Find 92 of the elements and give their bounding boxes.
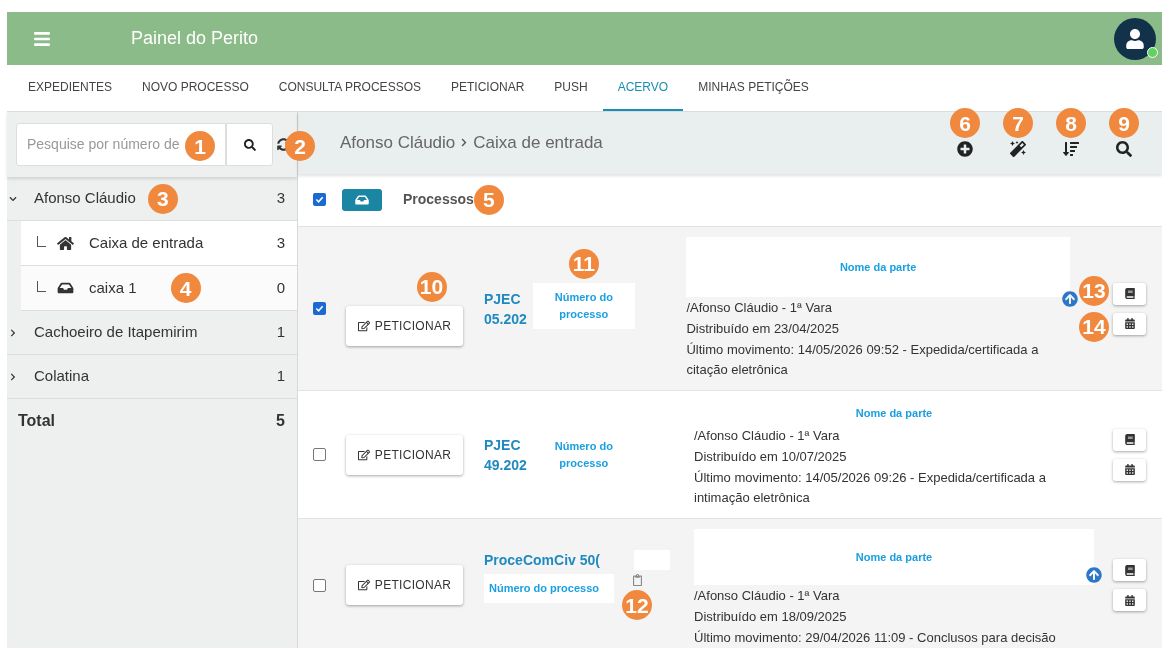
process-detail: Último movimento: 29/04/2026 11:09 - Conclusos para decisão: [694, 629, 1057, 648]
chevron-right-icon[interactable]: [9, 328, 17, 337]
tree-item-label: caixa 1: [89, 277, 137, 298]
sort-icon[interactable]: [1063, 141, 1079, 158]
process-class: 05.202: [484, 310, 527, 329]
user-icon: [1125, 28, 1145, 49]
chevron-down-icon[interactable]: [9, 194, 17, 203]
select-all-checkbox[interactable]: [313, 193, 326, 207]
magic-wand-icon[interactable]: [1010, 141, 1026, 158]
number-badge: 3: [147, 183, 178, 214]
number-badge: 2: [285, 131, 315, 161]
process-detail: Último movimento: 14/05/2026 09:26 - Expedida/certificada a intimação eletrônica: [694, 469, 1047, 508]
inbox-button[interactable]: [342, 189, 382, 211]
avatar[interactable]: [1114, 17, 1156, 60]
total-label: Total: [18, 411, 56, 431]
process-class: 49.202: [484, 456, 527, 475]
breadcrumb-item[interactable]: Afonso Cláudio: [340, 130, 456, 156]
item-count: 1: [276, 322, 285, 343]
arrow-up-icon[interactable]: [1086, 567, 1102, 584]
number-badge: 9: [1109, 108, 1139, 139]
total-count: 5: [276, 411, 285, 431]
process-detail: /Afonso Cláudio - 1ª Vara: [694, 427, 841, 446]
number-badge: 6: [950, 108, 980, 139]
nav-tab[interactable]: CONSULTA PROCESSOS: [263, 64, 436, 111]
search-icon[interactable]: [1116, 141, 1132, 158]
list-title: Processos: [403, 190, 474, 210]
item-count: 3: [276, 232, 285, 253]
number-badge: 4: [170, 273, 201, 303]
book-icon: [1124, 434, 1135, 446]
tree-item[interactable]: Cachoeiro de Itapemirim: [34, 321, 198, 344]
tree-item[interactable]: Afonso Cláudio: [34, 187, 136, 210]
number-badge: 13: [1079, 276, 1109, 306]
number-badge: 7: [1003, 108, 1033, 139]
number-badge: 11: [568, 249, 599, 279]
checkbox[interactable]: [313, 578, 326, 592]
edit-icon: [357, 449, 370, 461]
number-badge: 5: [473, 185, 504, 215]
item-count: 1: [276, 366, 285, 387]
petition-button[interactable]: PETICIONAR: [345, 435, 464, 475]
tree-subitem[interactable]: Caixa de entrada 3: [21, 221, 297, 266]
nav-tab[interactable]: EXPEDIENTES: [13, 64, 128, 111]
arrow-up-icon[interactable]: [1061, 291, 1078, 307]
calendar-icon: [1124, 594, 1135, 606]
calendar-icon: [1124, 318, 1135, 330]
book-button[interactable]: [1113, 283, 1146, 305]
edit-icon: [357, 320, 370, 332]
book-icon: [1124, 288, 1135, 300]
number-badge: 12: [622, 590, 652, 621]
search-icon: [243, 138, 256, 151]
breadcrumb-item[interactable]: Caixa de entrada: [473, 130, 603, 156]
nav-tab[interactable]: PUSH: [539, 64, 603, 111]
process-detail: Distribuído em 23/04/2025: [686, 320, 840, 339]
process-class: PJEC: [484, 290, 522, 309]
search-button[interactable]: [226, 123, 273, 166]
petition-button[interactable]: PETICIONAR: [345, 565, 464, 606]
inbox-icon: [355, 194, 369, 206]
tree-subitem[interactable]: caixa 1 4 0: [21, 266, 297, 311]
process-class: PJEC: [484, 436, 522, 455]
number-badge: 8: [1056, 108, 1086, 139]
process-detail: Distribuído em 18/09/2025: [694, 608, 848, 627]
chevron-right-icon[interactable]: [9, 372, 17, 381]
nav-tab[interactable]: MINHAS PETIÇÕES: [683, 64, 824, 111]
inbox-icon: [57, 281, 74, 295]
tree-item-label: Caixa de entrada: [89, 232, 204, 253]
nav-tab[interactable]: NOVO PROCESSO: [127, 64, 264, 111]
edit-icon: [357, 579, 370, 592]
book-icon: [1124, 564, 1135, 576]
process-detail: /Afonso Cláudio - 1ª Vara: [694, 587, 841, 606]
add-icon[interactable]: [957, 141, 973, 158]
item-count: 3: [276, 188, 285, 209]
process-detail: Último movimento: 14/05/2026 09:52 - Expedida/certificada a citação eletrônica: [686, 341, 1040, 380]
checkbox[interactable]: [313, 302, 326, 316]
number-badge: 14: [1079, 312, 1109, 342]
checkbox[interactable]: [313, 448, 326, 462]
book-button[interactable]: [1113, 429, 1146, 451]
nav-tab[interactable]: PETICIONAR: [436, 64, 540, 111]
process-detail: /Afonso Cláudio - 1ª Vara: [686, 299, 833, 318]
tree-item[interactable]: Colatina: [34, 365, 90, 388]
home-icon: [57, 235, 74, 251]
breadcrumb-separator-icon: [460, 138, 469, 148]
process-detail: Distribuído em 10/07/2025: [694, 448, 848, 467]
app-title: Painel do Perito: [131, 27, 259, 50]
book-button[interactable]: [1113, 559, 1146, 582]
calendar-button[interactable]: [1113, 459, 1146, 481]
petition-button[interactable]: PETICIONAR: [345, 306, 464, 346]
calendar-button[interactable]: [1113, 313, 1146, 335]
clipboard-icon[interactable]: [631, 574, 643, 587]
number-badge: 10: [416, 272, 447, 302]
calendar-icon: [1124, 464, 1135, 476]
item-count: 0: [276, 277, 285, 298]
calendar-button[interactable]: [1113, 589, 1146, 612]
process-class: ProceComCiv 50(: [484, 550, 670, 571]
